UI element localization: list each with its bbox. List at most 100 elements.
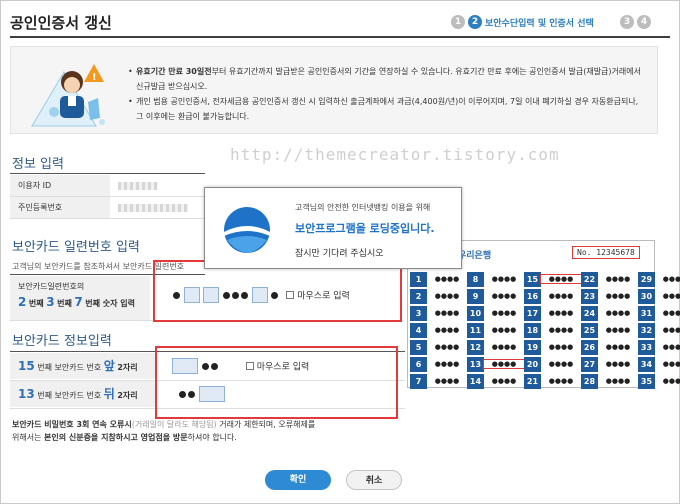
bank-logo-icon <box>224 207 270 253</box>
card-cell-code-masked: ●●●● <box>434 275 460 283</box>
card-cell-code-masked: ●●●● <box>491 343 517 351</box>
card-cell-number: 4 <box>410 322 427 338</box>
card-grid-cell: 20 ●●●● <box>524 356 581 372</box>
serial-row-label-box: 보안카드일련번호의 2 번째 3 번째 7 번째 숫자 입력 <box>10 276 150 320</box>
card-cell-number: 9 <box>467 288 484 304</box>
card-cell-code-masked: ●●●● <box>548 292 574 300</box>
card-grid-row: 1●●●●8●●●●15●●●●22●●●●29●●●● <box>410 271 680 287</box>
page-title: 공인인증서 갱신 <box>10 14 112 32</box>
card-grid-cell: 12 ●●●● <box>467 339 524 355</box>
card-cell-code-masked: ●●●● <box>548 326 574 334</box>
card-grid-cell: 21 ●●●● <box>524 373 581 389</box>
step-2-indicator: 2 <box>468 15 482 29</box>
card-cell-code-masked: ●●●● <box>662 377 680 385</box>
card-cell-code-masked: ●●●● <box>540 274 582 284</box>
cardinfo-highlight-box <box>155 346 398 419</box>
userid-value-masked <box>118 182 158 190</box>
card-cell-code-masked: ●●●● <box>491 275 517 283</box>
card-cell-code-masked: ●●●● <box>605 326 631 334</box>
notice-item: 개인 범용 공인인증서, 전자세금용 공인인증서 갱신 시 입력하신 출금계좌에… <box>128 94 648 124</box>
card-cell-code-masked: ●●●● <box>491 377 517 385</box>
card-cell-code-masked: ●●●● <box>491 292 517 300</box>
card-cell-code-masked: ●●●● <box>605 309 631 317</box>
card-cell-number: 23 <box>581 288 598 304</box>
card-cell-number: 3 <box>410 305 427 321</box>
card-grid-cell: 2 ●●●● <box>410 288 467 304</box>
card-cell-number: 22 <box>581 271 598 287</box>
active-step-label: 보안수단입력 및 인증서 선택 <box>485 19 594 29</box>
card-cell-number: 18 <box>524 322 541 338</box>
consultant-illustration-icon: ! <box>31 64 105 127</box>
info-section-title: 정보 입력 <box>12 157 64 172</box>
card-grid-cell: 13 ●●●● <box>467 356 525 372</box>
svg-text:!: ! <box>92 72 97 83</box>
card-grid-cell: 25 ●●●● <box>581 322 638 338</box>
card-grid-cell: 17 ●●●● <box>524 305 581 321</box>
card-grid-cell: 23 ●●●● <box>581 288 638 304</box>
card-grid-cell: 14 ●●●● <box>467 373 524 389</box>
section-divider <box>10 173 205 174</box>
card-cell-code-masked: ●●●● <box>605 343 631 351</box>
cancel-button[interactable]: 취소 <box>346 470 402 490</box>
card-cell-number: 8 <box>467 271 484 287</box>
popup-line3: 잠시만 기다려 주십시오 <box>295 249 384 259</box>
card-cell-number: 31 <box>638 305 655 321</box>
card-grid-cell: 15 ●●●● <box>524 271 582 287</box>
info-row-userid: 이용자 ID <box>10 175 205 197</box>
card-cell-code-masked: ●●●● <box>662 360 680 368</box>
card-cell-code-masked: ●●●● <box>605 360 631 368</box>
card-grid-cell: 19 ●●●● <box>524 339 581 355</box>
card-cell-code-masked: ●●●● <box>434 292 460 300</box>
card-grid-cell: 9 ●●●● <box>467 288 524 304</box>
card-grid-cell: 28 ●●●● <box>581 373 638 389</box>
card-back-label: 13 번째 보안카드 번호 뒤 2자리 <box>10 381 155 407</box>
card-number-grid: 1●●●●8●●●●15●●●●22●●●●29●●●●2●●●●9●●●●16… <box>410 271 680 390</box>
card-cell-code-masked: ●●●● <box>434 326 460 334</box>
popup-line2: 보안프로그램을 로딩중입니다. <box>295 222 435 235</box>
card-grid-cell: 1 ●●●● <box>410 271 467 287</box>
card-grid-cell: 31 ●●●● <box>638 305 680 321</box>
card-cell-code-masked: ●●●● <box>491 309 517 317</box>
rrn-value-masked <box>118 204 188 212</box>
card-grid-row: 5 ●●●● 12 ●●●● 19 ●●●● 26 ●●●● 33 ●●●● <box>410 339 680 355</box>
card-grid-cell: 3 ●●●● <box>410 305 467 321</box>
serial-digit-positions: 2 번째 3 번째 7 번째 숫자 입력 <box>18 295 136 309</box>
card-cell-number: 32 <box>638 322 655 338</box>
card-cell-number: 33 <box>638 339 655 355</box>
card-cell-code-masked: ●●●● <box>548 309 574 317</box>
card-cell-number: 7 <box>410 373 427 389</box>
card-grid-cell: 8 ●●●● <box>467 271 524 287</box>
card-cell-number: 20 <box>524 356 541 372</box>
card-cell-number: 16 <box>524 288 541 304</box>
watermark-text: http://themecreator.tistory.com <box>230 145 560 164</box>
card-front-label: 15 번째 보안카드 번호 앞 2자리 <box>10 353 155 379</box>
card-cell-number: 28 <box>581 373 598 389</box>
card-cell-code-masked: ●●●● <box>548 343 574 351</box>
confirm-button[interactable]: 확인 <box>265 470 331 490</box>
card-serial-number: No. 12345678 <box>572 246 640 259</box>
card-grid-cell: 11 ●●●● <box>467 322 524 338</box>
card-cell-number: 13 <box>467 356 484 372</box>
card-cell-number: 10 <box>467 305 484 321</box>
card-cell-code-masked: ●●●● <box>548 377 574 385</box>
notice-list: 유효기간 만료 30일전부터 유효기간까지 발급받은 공인인증서의 기간을 연장… <box>128 64 648 124</box>
cardinfo-section-title: 보안카드 정보입력 <box>12 334 112 349</box>
card-cell-number: 24 <box>581 305 598 321</box>
card-grid-cell: 4 ●●●● <box>410 322 467 338</box>
rrn-label: 주민등록번호 <box>10 197 110 218</box>
popup-line1: 고객님의 안전한 인터넷뱅킹 이용을 위해 <box>295 203 431 212</box>
card-grid-cell: 26 ●●●● <box>581 339 638 355</box>
card-cell-number: 34 <box>638 356 655 372</box>
card-cell-code-masked: ●●●● <box>491 326 517 334</box>
card-cell-code-masked: ●●●● <box>662 292 680 300</box>
card-grid-cell: 35 ●●●● <box>638 373 680 389</box>
card-cell-number: 17 <box>524 305 541 321</box>
card-grid-cell: 10 ●●●● <box>467 305 524 321</box>
step-4-indicator: 4 <box>637 15 651 29</box>
card-cell-code-masked: ●●●● <box>434 343 460 351</box>
card-grid-row: 7 ●●●● 14 ●●●● 21 ●●●● 28 ●●●● 35 ●●●● <box>410 373 680 389</box>
card-grid-cell: 18 ●●●● <box>524 322 581 338</box>
serial-row-label: 보안카드일련번호의 <box>18 282 85 291</box>
userid-label: 이용자 ID <box>10 175 110 196</box>
card-cell-code-masked: ●●●● <box>605 292 631 300</box>
